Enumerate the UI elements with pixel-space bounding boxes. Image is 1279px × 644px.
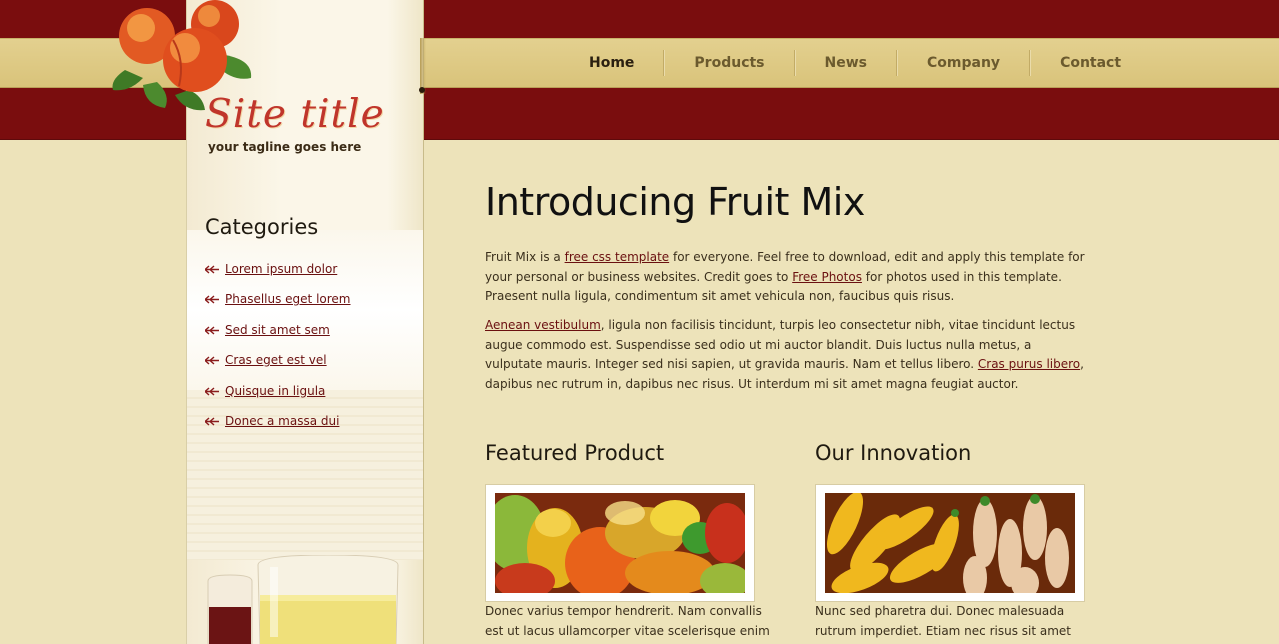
double-arrow-icon (205, 417, 219, 426)
category-link-quisque-in-ligula[interactable]: Quisque in ligula (225, 384, 325, 398)
featured-product-image-frame[interactable] (485, 484, 755, 602)
nav-item-contact[interactable]: Contact (1031, 38, 1150, 88)
category-link-lorem-ipsum-dolor[interactable]: Lorem ipsum dolor (225, 262, 337, 276)
nav-item-home[interactable]: Home (560, 38, 663, 88)
free-photos-link[interactable]: Free Photos (792, 270, 862, 284)
featured-product-text: Donec varius tempor hendrerit. Nam conva… (485, 604, 770, 638)
banana-candy-image (825, 493, 1075, 593)
nav-item-news[interactable]: News (796, 38, 896, 88)
double-arrow-icon (205, 326, 219, 335)
our-innovation-heading: Our Innovation (815, 441, 972, 465)
categories-heading: Categories (205, 215, 319, 239)
double-arrow-icon (205, 356, 219, 365)
site-title[interactable]: Site title (205, 92, 385, 137)
featured-product-heading: Featured Product (485, 441, 665, 465)
category-item: Sed sit amet sem (205, 323, 351, 353)
category-item: Donec a massa dui (205, 414, 351, 444)
free-css-template-link[interactable]: free css template (565, 250, 670, 264)
category-item: Cras eget est vel (205, 353, 351, 383)
body-paragraph: Aenean vestibulum, ligula non facilisis … (485, 316, 1090, 395)
aenean-vestibulum-link[interactable]: Aenean vestibulum (485, 318, 601, 332)
category-link-sed-sit-amet-sem[interactable]: Sed sit amet sem (225, 323, 330, 337)
our-innovation-text: Nunc sed pharetra dui. Donec malesuada r… (815, 604, 1072, 638)
nav-corner-dot (419, 87, 425, 93)
drink-glasses-image (207, 555, 399, 644)
double-arrow-icon (205, 265, 219, 274)
categories-list: Lorem ipsum dolor Phasellus eget lorem S… (205, 262, 351, 444)
cras-purus-libero-link[interactable]: Cras purus libero (978, 357, 1080, 371)
our-innovation-image-frame[interactable] (815, 484, 1085, 602)
double-arrow-icon (205, 387, 219, 396)
intro-paragraph: Fruit Mix is a free css template for eve… (485, 248, 1090, 307)
category-item: Lorem ipsum dolor (205, 262, 351, 292)
page-title: Introducing Fruit Mix (485, 180, 865, 224)
category-link-phasellus-eget-lorem[interactable]: Phasellus eget lorem (225, 292, 351, 306)
nav-item-company[interactable]: Company (898, 38, 1029, 88)
category-link-cras-eget-est-vel[interactable]: Cras eget est vel (225, 353, 327, 367)
category-item: Phasellus eget lorem (205, 292, 351, 322)
category-link-donec-a-massa-dui[interactable]: Donec a massa dui (225, 414, 339, 428)
double-arrow-icon (205, 295, 219, 304)
text-segment: Fruit Mix is a (485, 250, 565, 264)
fruit-candy-image (495, 493, 745, 593)
site-tagline: your tagline goes here (208, 140, 362, 154)
nav-item-products[interactable]: Products (665, 38, 793, 88)
nav-shadow (420, 38, 426, 94)
main-nav: Home Products News Company Contact (560, 38, 1150, 88)
category-item: Quisque in ligula (205, 384, 351, 414)
